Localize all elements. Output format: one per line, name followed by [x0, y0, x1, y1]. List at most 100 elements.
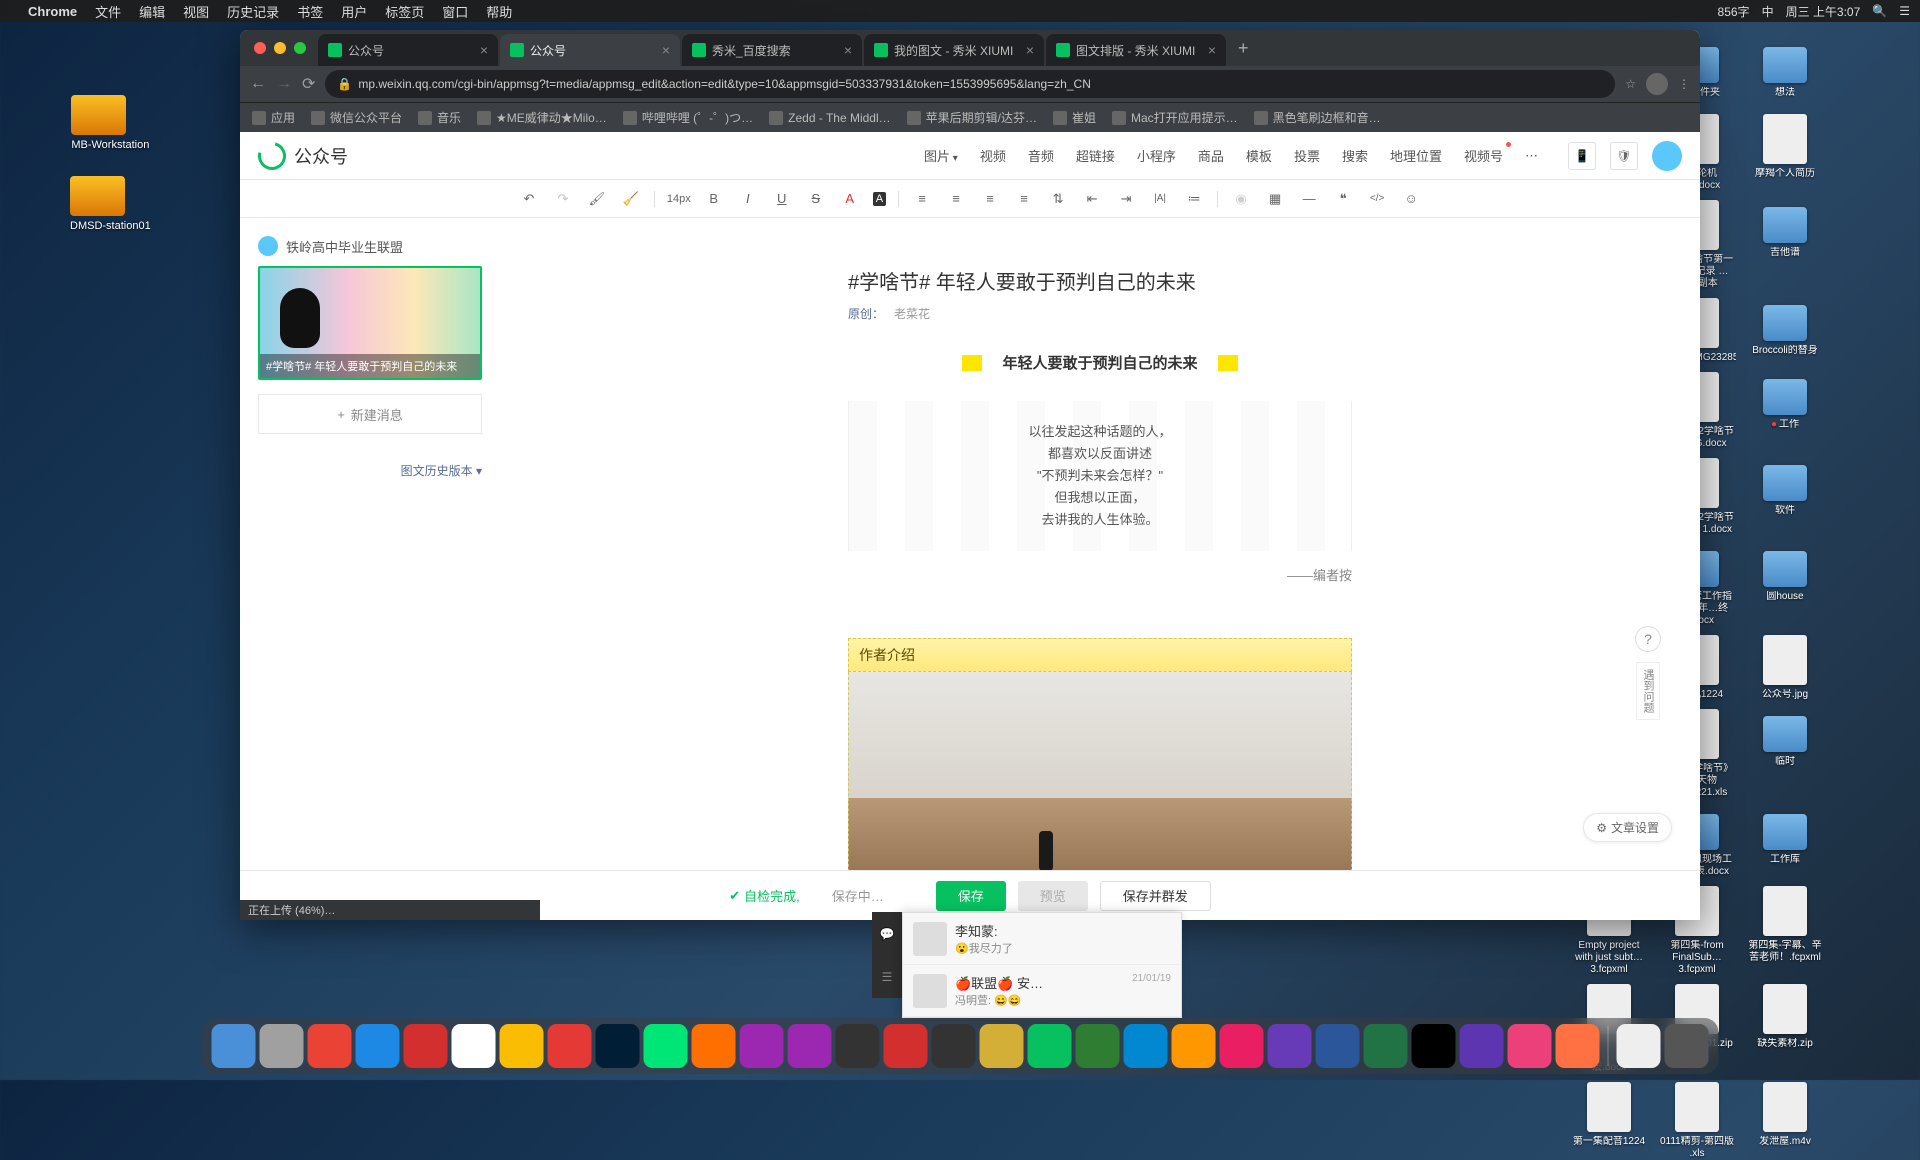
more-insert-icon[interactable]: ⋯ [1525, 148, 1538, 164]
strike-button[interactable]: S [805, 191, 827, 206]
dock-app-icon[interactable] [644, 1024, 688, 1068]
align-justify-icon[interactable]: ≡ [1013, 191, 1035, 206]
close-tab-icon[interactable]: × [480, 42, 488, 58]
menu-tabs[interactable]: 标签页 [385, 2, 424, 21]
desktop-file[interactable]: 软件 [1746, 458, 1824, 536]
dock-app-icon[interactable] [500, 1024, 544, 1068]
desktop-file[interactable]: 缺失素材.zip [1746, 984, 1824, 1074]
menu-bookmarks[interactable]: 书签 [297, 2, 323, 21]
wechat-sidebar[interactable]: 💬 ☰ [872, 912, 902, 998]
wechat-chat-row[interactable]: 李知蒙:😮我尽力了 [903, 913, 1181, 965]
bookmark-item[interactable]: ★ME威律动★Milo… [477, 109, 607, 126]
preview-button[interactable]: 预览 [1018, 881, 1088, 911]
url-input[interactable]: 🔒 mp.weixin.qq.com/cgi-bin/appmsg?t=medi… [325, 70, 1615, 98]
bookmark-item[interactable]: 微信公众平台 [311, 109, 402, 126]
insert-tab[interactable]: 投票 [1294, 146, 1320, 165]
bookmark-item[interactable]: 黑色笔刷边框和音… [1254, 109, 1381, 126]
table-icon[interactable]: ▦ [1264, 191, 1286, 207]
insert-tab[interactable]: 模板 [1246, 146, 1272, 165]
dock-app-icon[interactable] [740, 1024, 784, 1068]
desktop-file[interactable]: 摩羯个人简历 [1746, 114, 1824, 192]
article-settings-button[interactable]: ⚙ 文章设置 [1583, 813, 1672, 842]
browser-tab[interactable]: 秀米_百度搜索× [682, 34, 862, 66]
font-size-select[interactable]: 14px [667, 193, 691, 205]
bookmark-item[interactable]: 哔哩哔哩 (゜-゜)つ… [623, 109, 753, 126]
bookmark-item[interactable]: 崔姐 [1053, 109, 1096, 126]
insert-tab[interactable]: 搜索 [1342, 146, 1368, 165]
dock-app-icon[interactable] [692, 1024, 736, 1068]
menubar-ime[interactable]: 中 [1762, 3, 1774, 20]
new-message-button[interactable]: + 新建消息 [258, 394, 482, 434]
browser-tab[interactable]: 公众号× [500, 34, 680, 66]
dock-app-icon[interactable] [1556, 1024, 1600, 1068]
browser-tab[interactable]: 我的图文 - 秀米 XIUMI× [864, 34, 1044, 66]
dock-app-icon[interactable] [404, 1024, 448, 1068]
italic-button[interactable]: I [737, 191, 759, 206]
close-tab-icon[interactable]: × [1208, 42, 1216, 58]
dock-app-icon[interactable] [1617, 1024, 1661, 1068]
insert-tab[interactable]: 地理位置 [1390, 146, 1442, 165]
quote-icon[interactable]: ❝ [1332, 191, 1354, 207]
dock-app-icon[interactable] [884, 1024, 928, 1068]
dock-app-icon[interactable] [1508, 1024, 1552, 1068]
dock-app-icon[interactable] [1364, 1024, 1408, 1068]
desktop-file[interactable]: 第一集配音1224 [1570, 1082, 1648, 1160]
code-icon[interactable]: </> [1366, 193, 1388, 204]
align-left-icon[interactable]: ≡ [911, 191, 933, 206]
article-card[interactable]: #学啥节# 年轻人要敢于预判自己的未来 [258, 266, 482, 380]
author-photo[interactable] [848, 672, 1352, 870]
sidebar-account[interactable]: 铁岭高中毕业生联盟 [258, 236, 482, 256]
dock-app-icon[interactable] [1172, 1024, 1216, 1068]
dock-app-icon[interactable] [1268, 1024, 1312, 1068]
menu-window[interactable]: 窗口 [442, 2, 468, 21]
dock-app-icon[interactable] [1665, 1024, 1709, 1068]
dock-app-icon[interactable] [1412, 1024, 1456, 1068]
insert-tab[interactable]: 视频号 [1464, 146, 1503, 165]
chrome-menu-icon[interactable]: ⋮ [1678, 77, 1690, 91]
drive-item[interactable]: DMSD-station01 [70, 176, 151, 232]
menu-user[interactable]: 用户 [341, 2, 367, 21]
quote-block[interactable]: 以往发起这种话题的人，都喜欢以反面讲述"不预判未来会怎样？"但我想以正面，去讲我… [848, 401, 1352, 551]
line-height-icon[interactable]: ⇅ [1047, 191, 1069, 207]
bookmark-item[interactable]: 应用 [252, 109, 295, 126]
profile-avatar-icon[interactable] [1646, 73, 1668, 95]
phone-preview-icon[interactable]: 📱 [1568, 142, 1596, 170]
minimize-icon[interactable] [274, 42, 286, 54]
bold-button[interactable]: B [703, 191, 725, 206]
underline-button[interactable]: U [771, 191, 793, 206]
dock-app-icon[interactable] [1316, 1024, 1360, 1068]
clear-format-icon[interactable]: 🧹 [620, 191, 642, 207]
insert-tab[interactable]: 超链接 [1076, 146, 1115, 165]
new-tab-button[interactable]: + [1228, 38, 1259, 59]
color-picker-icon[interactable]: ◉ [1230, 191, 1252, 207]
bookmark-item[interactable]: 音乐 [418, 109, 461, 126]
bookmark-item[interactable]: 苹果后期剪辑/达芬… [907, 109, 1037, 126]
dock-app-icon[interactable] [788, 1024, 832, 1068]
desktop-file[interactable]: 临时 [1746, 709, 1824, 799]
dock-app-icon[interactable] [1076, 1024, 1120, 1068]
desktop-file[interactable]: Broccoli的替身 [1746, 298, 1824, 364]
save-button[interactable]: 保存 [936, 881, 1006, 911]
insert-tab[interactable]: 音频 [1028, 146, 1054, 165]
dock-app-icon[interactable] [1460, 1024, 1504, 1068]
indent-right-icon[interactable]: ⇥ [1115, 191, 1137, 207]
chat-icon[interactable]: 💬 [880, 927, 895, 941]
feedback-button[interactable]: 遇到问题 [1636, 662, 1660, 720]
control-center-icon[interactable]: ☰ [1899, 4, 1910, 18]
hr-icon[interactable]: — [1298, 191, 1320, 206]
back-icon[interactable]: ← [250, 75, 266, 93]
bookmark-item[interactable]: Mac打开应用提示… [1112, 109, 1238, 126]
dock-app-icon[interactable] [212, 1024, 256, 1068]
desktop-file[interactable]: 吉他谱 [1746, 200, 1824, 290]
insert-tab[interactable]: 视频 [980, 146, 1006, 165]
close-tab-icon[interactable]: × [844, 42, 852, 58]
dock-app-icon[interactable] [596, 1024, 640, 1068]
indent-left-icon[interactable]: ⇤ [1081, 191, 1103, 207]
article-editor[interactable]: #学啥节# 年轻人要敢于预判自己的未来 原创：老菜花 年轻人要敢于预判自己的未来… [500, 218, 1700, 870]
menu-history[interactable]: 历史记录 [227, 2, 279, 21]
desktop-file[interactable]: 想法 [1746, 40, 1824, 106]
wechat-chat-row[interactable]: 🍎联盟🍎 安…冯明萱: 😄😄21/01/19 [903, 965, 1181, 1017]
dock-app-icon[interactable] [980, 1024, 1024, 1068]
shield-icon[interactable]: 🛡 [1610, 142, 1638, 170]
list-icon[interactable]: ≔ [1183, 191, 1205, 207]
